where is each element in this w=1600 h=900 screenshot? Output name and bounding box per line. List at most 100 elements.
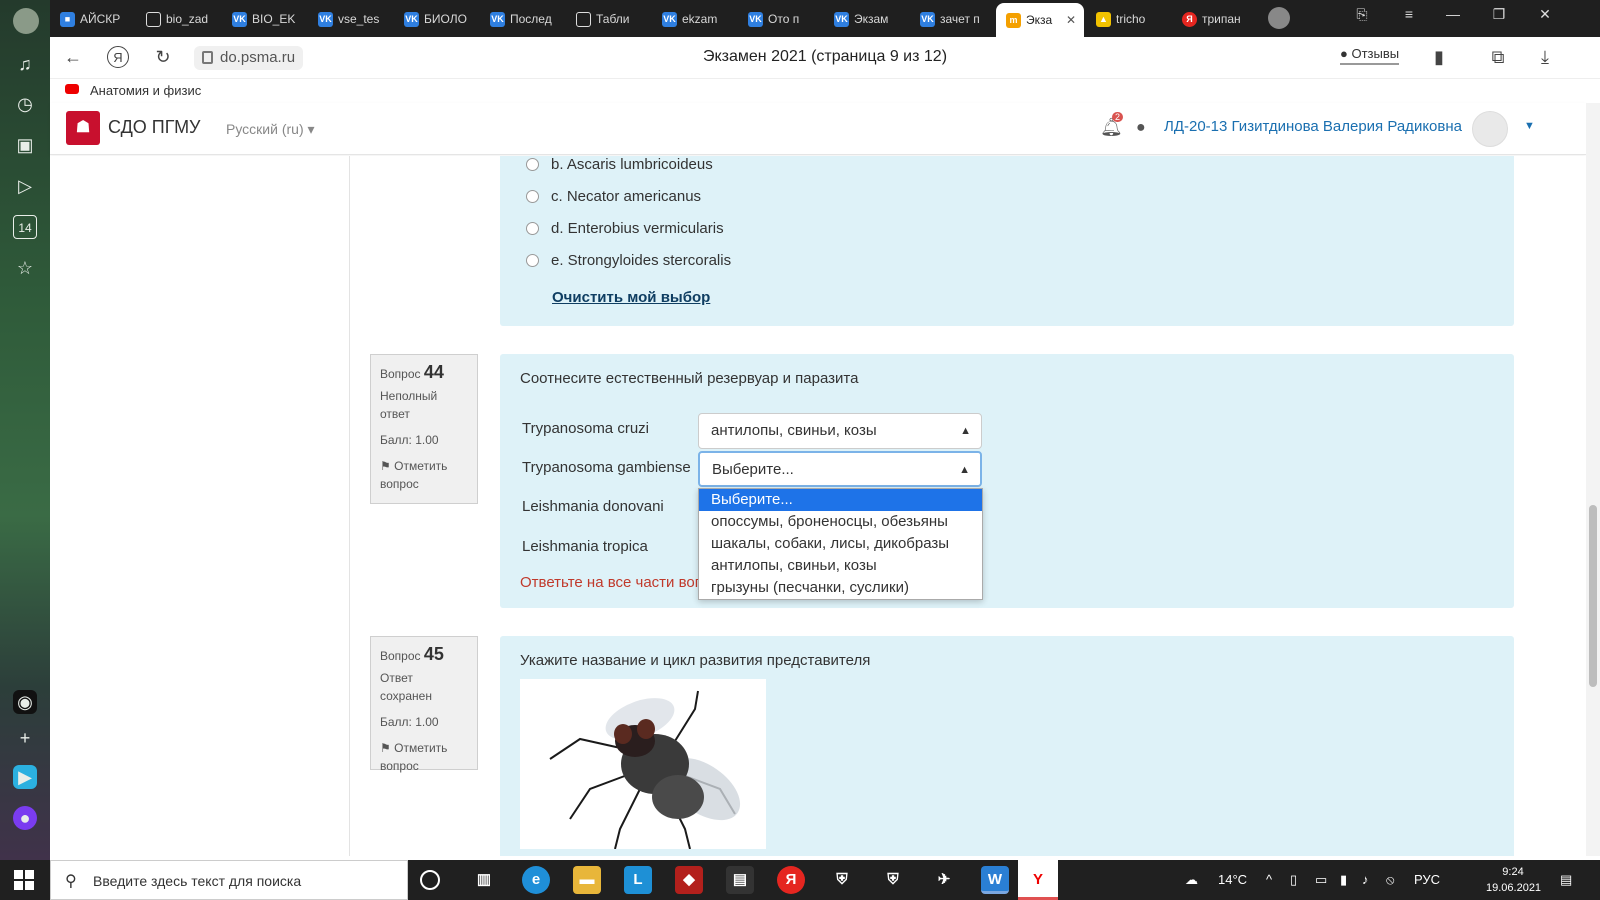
page-scrollbar[interactable]: [1586, 103, 1600, 856]
yandex-active-icon[interactable]: Y: [1018, 860, 1058, 900]
temperature[interactable]: 14°C: [1218, 872, 1247, 887]
answer-option[interactable]: b. Ascaris lumbricoideus: [526, 156, 713, 173]
user-name[interactable]: ЛД-20-13 Гизитдинова Валерия Радиковна: [1164, 118, 1462, 135]
bell-icon[interactable]: ♫: [13, 52, 37, 76]
profile-avatar[interactable]: [13, 8, 39, 34]
collections-icon[interactable]: ▣: [13, 133, 37, 157]
taskbar-search-input[interactable]: ⚲ Введите здесь текст для поиска: [50, 860, 408, 900]
reviews-button[interactable]: ● Отзывы: [1340, 46, 1400, 65]
edge-icon[interactable]: e: [522, 866, 550, 894]
tray-chevron-up-icon[interactable]: ^: [1266, 872, 1272, 887]
dropdown-option[interactable]: Выберите...: [699, 489, 982, 511]
task-view-icon[interactable]: ▥: [470, 866, 498, 894]
system-clock[interactable]: 9:24 19.06.2021: [1486, 864, 1541, 896]
question-number: Вопрос 45: [380, 645, 468, 665]
match-stem: Leishmania tropica: [522, 538, 648, 555]
radio-button[interactable]: [526, 222, 539, 235]
game-planes-icon[interactable]: ✈: [930, 866, 958, 894]
file-explorer-icon[interactable]: ▬: [573, 866, 601, 894]
clear-choice-link[interactable]: Очистить мой выбор: [552, 289, 710, 306]
downloads-icon[interactable]: ⤓: [1534, 46, 1556, 68]
game-tanks-icon[interactable]: ⛨: [879, 866, 907, 894]
search-icon: ⚲: [65, 873, 77, 890]
alice-app-icon[interactable]: ◉: [13, 690, 37, 714]
browser-tab[interactable]: Ятрипан: [1172, 4, 1258, 34]
security-icon[interactable]: ⦸: [1386, 872, 1394, 888]
tab-label: Табли: [596, 12, 630, 26]
store-icon[interactable]: ▤: [726, 866, 754, 894]
game-icon[interactable]: ⛨: [828, 866, 856, 894]
user-menu-chevron-icon[interactable]: ▼: [1524, 120, 1535, 132]
extensions-icon[interactable]: ⧉: [1487, 46, 1509, 68]
browser-tab[interactable]: VK зачет п: [910, 4, 996, 34]
menu-icon[interactable]: ≡: [1397, 6, 1421, 22]
site-logo[interactable]: ☗: [66, 111, 100, 145]
browser-tab[interactable]: bio_zad: [136, 4, 222, 34]
browser-tab-active[interactable]: m Экза ✕: [996, 3, 1084, 37]
browser-tab[interactable]: VK BIO_EK: [222, 4, 308, 34]
bookmark-icon[interactable]: ▮: [1428, 46, 1450, 68]
star-icon[interactable]: ☆: [13, 256, 37, 280]
vk-icon: VK: [490, 12, 505, 27]
document-icon: [576, 12, 591, 27]
input-language[interactable]: РУС: [1414, 872, 1440, 887]
play-icon[interactable]: ▷: [13, 174, 37, 198]
scrollbar-thumb[interactable]: [1589, 505, 1597, 687]
bookmark-item[interactable]: Анатомия и физис: [90, 83, 201, 98]
word-app-icon[interactable]: W: [981, 866, 1009, 894]
history-icon[interactable]: ◷: [13, 92, 37, 116]
vk-icon: VK: [920, 12, 935, 27]
add-icon[interactable]: +: [13, 726, 37, 750]
match-select-2[interactable]: Выберите...▲▼: [698, 451, 982, 510]
site-name[interactable]: СДО ПГМУ: [108, 117, 201, 138]
minimize-icon[interactable]: —: [1441, 6, 1465, 22]
network-icon[interactable]: ▮: [1340, 872, 1347, 888]
browser-tab[interactable]: ▲ tricho: [1086, 4, 1172, 34]
answer-option[interactable]: e. Strongyloides stercoralis: [526, 252, 731, 269]
cortana-icon[interactable]: [420, 870, 440, 890]
browser-tab[interactable]: ■ АЙСКР: [50, 4, 136, 34]
app-l-icon[interactable]: L: [624, 866, 652, 894]
language-menu[interactable]: Русский (ru) ▾: [226, 121, 315, 138]
radio-button[interactable]: [526, 158, 539, 171]
flag-question-link[interactable]: ⚑ Отметить вопрос: [380, 739, 468, 775]
radio-button[interactable]: [526, 190, 539, 203]
browser-tab[interactable]: Табли: [566, 4, 652, 34]
volume-icon[interactable]: ♪: [1362, 872, 1369, 887]
dropdown-option[interactable]: антилопы, свиньи, козы: [699, 555, 982, 577]
battery-icon[interactable]: ▭: [1315, 872, 1327, 888]
browser-tab[interactable]: VK ekzam: [652, 4, 738, 34]
dropdown-option[interactable]: опоссумы, броненосцы, обезьяны: [699, 511, 982, 533]
weather-icon[interactable]: ☁: [1185, 872, 1198, 888]
restore-icon[interactable]: ❐: [1487, 6, 1511, 23]
windows-start-icon[interactable]: [14, 870, 34, 890]
radio-button[interactable]: [526, 254, 539, 267]
avatar[interactable]: [1472, 111, 1508, 147]
browser-tab[interactable]: VK Экзам: [824, 4, 910, 34]
match-select-1[interactable]: антилопы, свиньи, козы▲▼: [698, 413, 982, 471]
alice-icon[interactable]: ●: [13, 806, 37, 830]
match-stem: Trypanosoma gambiense: [522, 459, 691, 476]
messenger-icon[interactable]: ▶: [13, 765, 37, 789]
browser-tab[interactable]: VK Послед: [480, 4, 566, 34]
browser-tab[interactable]: VK БИОЛО: [394, 4, 480, 34]
calendar-icon[interactable]: 14: [13, 215, 37, 239]
close-window-icon[interactable]: ✕: [1533, 6, 1557, 23]
answer-option[interactable]: d. Enterobius vermicularis: [526, 220, 724, 237]
flag-question-link[interactable]: ⚑ Отметить вопрос: [380, 457, 468, 493]
dropdown-option[interactable]: шакалы, собаки, лисы, дикобразы: [699, 533, 982, 555]
tab-label: зачет п: [940, 12, 980, 26]
answer-option[interactable]: c. Necator americanus: [526, 188, 701, 205]
bookmarks-icon[interactable]: ⎘: [1350, 6, 1374, 23]
yandex-browser-icon[interactable]: Я: [777, 866, 805, 894]
new-tab-icon[interactable]: [1268, 7, 1290, 29]
messages-icon[interactable]: ●: [1136, 119, 1146, 137]
antivirus-icon[interactable]: ◆: [675, 866, 703, 894]
tray-device-icon[interactable]: ▯: [1290, 872, 1297, 888]
notifications-icon[interactable]: ▤: [1560, 872, 1572, 888]
browser-tab[interactable]: VK Ото п: [738, 4, 824, 34]
dropdown-option[interactable]: грызуны (песчанки, суслики): [699, 577, 982, 599]
chevron-down-icon: ▾: [307, 121, 315, 137]
browser-tab[interactable]: VK vse_tes: [308, 4, 394, 34]
close-tab-icon[interactable]: ✕: [1066, 3, 1076, 37]
